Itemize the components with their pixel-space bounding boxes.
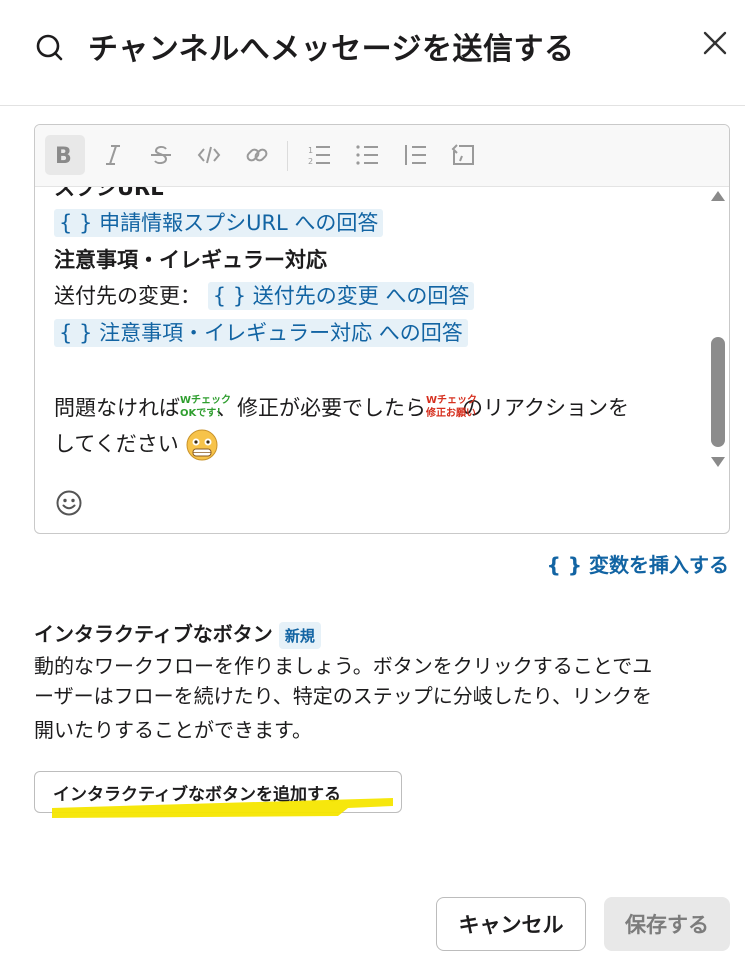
double-check-ok-emoji: Wチェック OKです！ xyxy=(180,395,232,419)
variable-chip[interactable]: { } 注意事項・イレギュラー対応 への回答 xyxy=(54,319,468,347)
add-interactive-button[interactable]: インタラクティブなボタンを追加する xyxy=(34,771,402,813)
variable-chip[interactable]: { } 申請情報スプシURL への回答 xyxy=(54,209,384,237)
editor-line: { } 申請情報スプシURL への回答 xyxy=(54,208,384,238)
smiley-icon[interactable] xyxy=(55,489,83,517)
editor-line: 送付先の変更： { } 送付先の変更 への回答 xyxy=(54,281,475,311)
scrollbar-thumb[interactable] xyxy=(711,337,725,447)
section-description: 開いたりすることができます。 xyxy=(34,718,312,742)
new-badge: 新規 xyxy=(278,622,321,649)
editor-line: 注意事項・イレギュラー対応 xyxy=(54,248,327,272)
pleading-face-icon xyxy=(186,429,218,461)
editor-line: してください xyxy=(54,428,219,462)
editor-text: 問題なければ xyxy=(54,396,180,420)
ordered-list-icon[interactable]: 12 xyxy=(299,135,339,175)
editor-content[interactable]: スプシURL { } 申請情報スプシURL への回答 注意事項・イレギュラー対応… xyxy=(35,187,705,477)
blockquote-icon[interactable] xyxy=(395,135,435,175)
code-block-icon[interactable] xyxy=(443,135,483,175)
formatting-toolbar: B 12 xyxy=(35,125,729,187)
editor-line: 問題なければ Wチェック OKです！ 、修正が必要でしたら Wチェック 修正お願い のリアク… xyxy=(54,391,629,427)
italic-icon[interactable] xyxy=(93,135,133,175)
search-icon xyxy=(36,34,63,61)
editor-line: スプシURL xyxy=(54,187,164,200)
save-button[interactable]: 保存する xyxy=(604,897,730,951)
editor-text: 、修正が必要でしたら xyxy=(216,396,426,420)
bullet-list-icon[interactable] xyxy=(347,135,387,175)
double-check-fix-emoji: Wチェック 修正お願い xyxy=(426,395,478,419)
variable-chip[interactable]: { } 送付先の変更 への回答 xyxy=(207,282,475,310)
scroll-down-arrow[interactable] xyxy=(711,457,725,467)
modal-title: チャンネルへメッセージを送信する xyxy=(88,32,575,67)
section-title-text: インタラクティブなボタン xyxy=(34,622,273,646)
code-icon[interactable] xyxy=(189,135,229,175)
modal-header: チャンネルへメッセージを送信する xyxy=(0,0,745,106)
section-description: ーザーはフローを続けたり、特定のステップに分岐したり、リンクを xyxy=(34,684,652,708)
strikethrough-icon[interactable] xyxy=(141,135,181,175)
interactive-section-title: インタラクティブなボタン 新規 xyxy=(34,618,321,649)
insert-variable-link[interactable]: { } 変数を挿入する xyxy=(547,549,729,578)
editor-text: のリアクションを xyxy=(462,396,629,420)
message-editor[interactable]: B 12 スプシURL { } 申請情報スプシURL への回答 注意事項・イレギ… xyxy=(34,124,730,534)
svg-text:1: 1 xyxy=(308,146,313,155)
svg-text:B: B xyxy=(55,144,72,168)
bold-icon[interactable]: B xyxy=(45,135,85,175)
editor-text: 送付先の変更： xyxy=(54,284,201,308)
editor-text: してください xyxy=(54,432,179,456)
editor-line: { } 注意事項・イレギュラー対応 への回答 xyxy=(54,318,468,348)
close-icon[interactable] xyxy=(700,28,730,58)
cancel-button[interactable]: キャンセル xyxy=(436,897,586,951)
toolbar-divider xyxy=(287,141,288,171)
link-icon[interactable] xyxy=(237,135,277,175)
scroll-up-arrow[interactable] xyxy=(711,191,725,201)
svg-text:2: 2 xyxy=(308,157,313,166)
